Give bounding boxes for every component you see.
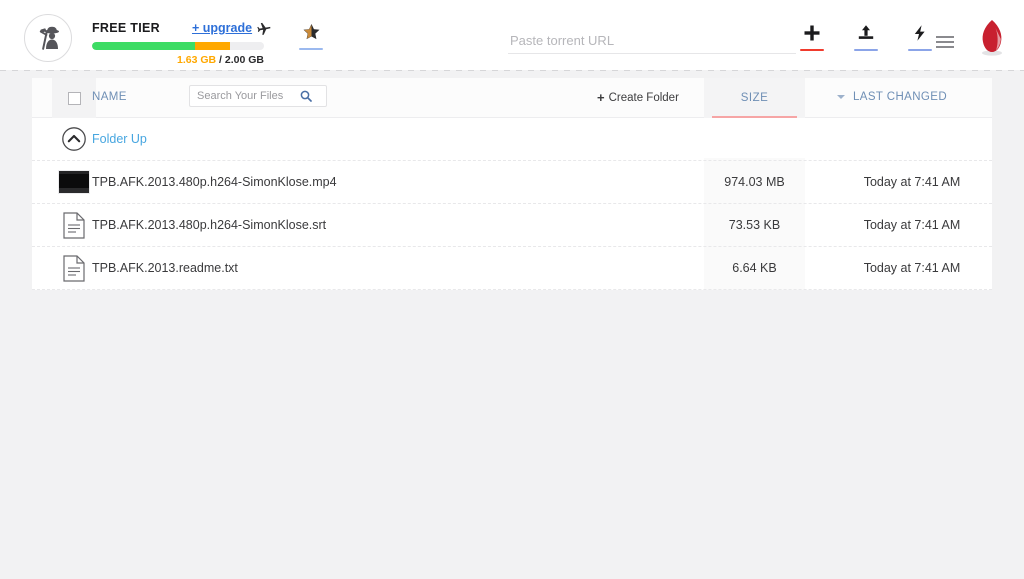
star-icon <box>303 24 319 40</box>
airplane-glyph <box>257 22 271 35</box>
table-row[interactable]: TPB.AFK.2013.readme.txt 6.64 KB Today at… <box>32 247 992 290</box>
top-header: FREE TIER + upgrade 1.63 GB / 2.00 GB <box>0 0 1024 70</box>
video-thumbnail <box>50 170 98 194</box>
checkbox-box <box>67 91 81 105</box>
favorites-tab[interactable] <box>292 24 330 56</box>
column-header-name[interactable]: NAME <box>92 91 127 103</box>
red-leaf-glyph <box>982 20 1002 56</box>
magnet-link-underline <box>908 49 932 51</box>
file-search[interactable] <box>189 85 327 107</box>
header-divider <box>0 70 1024 71</box>
video-thumbnail-image <box>58 170 90 194</box>
file-rows: Folder Up TPB.AFK.2013.480p.h264-SimonKl… <box>32 118 992 290</box>
column-header-size-label: SIZE <box>740 92 769 104</box>
table-row[interactable]: TPB.AFK.2013.480p.h264-SimonKlose.mp4 97… <box>32 161 992 204</box>
pirate-miner-glyph <box>39 26 59 50</box>
storage-meter-orange <box>195 42 231 50</box>
favorites-tab-underline <box>299 48 323 50</box>
storage-total: 2.00 GB <box>224 54 264 66</box>
add-torrent-underline <box>800 49 824 51</box>
folder-up-row[interactable]: Folder Up <box>32 118 992 161</box>
storage-meter-green <box>92 42 196 50</box>
chevron-down-icon <box>837 95 845 99</box>
file-size: 974.03 MB <box>724 175 785 189</box>
add-torrent-button[interactable] <box>796 24 828 51</box>
tier-label: FREE TIER <box>92 21 160 35</box>
file-search-input[interactable] <box>190 90 300 102</box>
upload-icon <box>858 25 874 39</box>
document-icon <box>50 254 98 282</box>
torrent-url-input[interactable] <box>508 28 796 54</box>
storage-used: 1.63 GB <box>177 54 217 66</box>
storage-text: 1.63 GB / 2.00 GB <box>92 54 264 66</box>
search-icon <box>300 90 312 102</box>
upgrade-link[interactable]: + upgrade <box>192 21 252 35</box>
circle-chevron-up-glyph <box>62 127 86 151</box>
storage-meter <box>92 42 264 50</box>
magnet-bolt-icon <box>914 25 925 41</box>
tier-block: FREE TIER + upgrade 1.63 GB / 2.00 GB <box>92 20 272 66</box>
storage-separator: / <box>216 54 225 66</box>
file-name[interactable]: TPB.AFK.2013.480p.h264-SimonKlose.srt <box>92 218 326 232</box>
file-changed: Today at 7:41 AM <box>863 218 961 232</box>
file-toolbar: NAME + Create Folder SIZE LAST CHANGED <box>32 78 992 118</box>
create-folder-button[interactable]: + Create Folder <box>597 90 679 105</box>
create-folder-label: Create Folder <box>608 91 679 104</box>
table-row[interactable]: TPB.AFK.2013.480p.h264-SimonKlose.srt 73… <box>32 204 992 247</box>
create-folder-plus-icon: + <box>597 90 605 105</box>
upload-file-underline <box>854 49 878 51</box>
select-all-checkbox[interactable] <box>52 78 96 118</box>
tier-row: FREE TIER + upgrade <box>92 20 272 36</box>
document-glyph <box>63 211 85 239</box>
red-leaf-avatar-icon[interactable] <box>974 18 1010 58</box>
file-changed: Today at 7:41 AM <box>863 175 961 189</box>
upload-file-button[interactable] <box>850 24 882 51</box>
folder-up-label[interactable]: Folder Up <box>92 132 147 146</box>
column-header-last-changed-label: LAST CHANGED <box>853 91 948 103</box>
hamburger-line <box>936 41 954 43</box>
file-browser-panel: NAME + Create Folder SIZE LAST CHANGED <box>32 78 992 290</box>
plus-icon <box>804 25 820 41</box>
hamburger-menu-icon[interactable] <box>936 36 954 48</box>
file-name[interactable]: TPB.AFK.2013.readme.txt <box>92 261 238 275</box>
file-size: 6.64 KB <box>732 261 777 275</box>
file-size: 73.53 KB <box>728 218 781 232</box>
magnet-link-button[interactable] <box>904 24 936 51</box>
document-glyph <box>63 254 85 282</box>
header-actions <box>796 24 936 51</box>
pirate-miner-avatar-icon[interactable] <box>24 14 72 62</box>
file-name[interactable]: TPB.AFK.2013.480p.h264-SimonKlose.mp4 <box>92 175 337 189</box>
column-header-last-changed[interactable]: LAST CHANGED <box>837 91 947 103</box>
airplane-icon[interactable] <box>257 22 271 35</box>
hamburger-line <box>936 46 954 48</box>
document-icon <box>50 211 98 239</box>
column-header-size[interactable]: SIZE <box>704 78 805 118</box>
hamburger-line <box>936 36 954 38</box>
file-changed: Today at 7:41 AM <box>863 261 961 275</box>
circle-chevron-up-icon <box>50 126 98 152</box>
